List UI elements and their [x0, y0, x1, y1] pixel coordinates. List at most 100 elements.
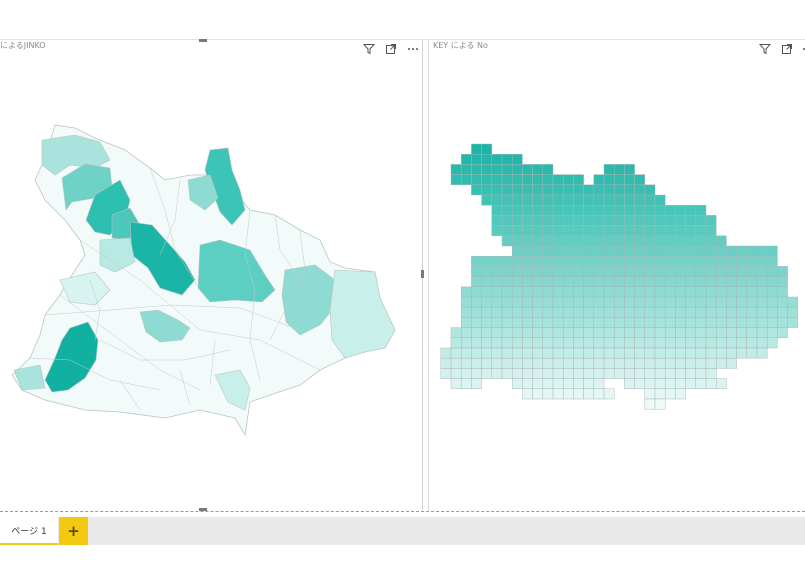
grid-tile — [664, 347, 676, 359]
grid-tile — [471, 174, 482, 186]
grid-tile — [654, 368, 666, 379]
grid-tile — [593, 184, 605, 196]
grid-tile — [593, 215, 605, 226]
grid-tile — [471, 378, 482, 390]
grid-tile — [501, 347, 513, 359]
grid-tile — [624, 164, 635, 175]
add-page-button[interactable]: + — [59, 517, 88, 545]
grid-tile — [715, 327, 727, 339]
grid-tile — [532, 347, 544, 359]
grid-tile — [522, 235, 533, 247]
grid-tile — [450, 327, 462, 339]
grid-tile — [491, 347, 503, 359]
grid-tile — [746, 317, 758, 328]
grid-tile — [460, 174, 472, 186]
grid-tile — [542, 368, 554, 379]
grid-tile — [471, 306, 482, 318]
grid-tile — [756, 296, 768, 308]
grid-tile — [481, 266, 493, 277]
grid-tile — [664, 357, 676, 369]
grid-tile — [613, 235, 625, 247]
grid-tile — [522, 296, 533, 308]
grid-tile — [491, 286, 503, 298]
grid-tile — [460, 153, 472, 165]
grid-tile — [654, 215, 666, 226]
grid-tile — [644, 215, 656, 226]
grid-tile — [583, 378, 595, 390]
grid-tile — [573, 317, 584, 328]
grid-tile — [552, 215, 564, 226]
tile-map-visual[interactable]: KEY による No — [428, 40, 805, 510]
grid-tile — [685, 347, 697, 359]
grid-tile — [675, 388, 686, 400]
grid-tile — [522, 215, 533, 226]
grid-tile — [593, 194, 605, 206]
grid-tile — [552, 347, 564, 359]
grid-tile — [705, 327, 717, 339]
grid-tile — [491, 215, 503, 226]
grid-tile — [460, 378, 472, 390]
grid-tile — [695, 337, 707, 349]
grid-tile — [481, 255, 493, 267]
grid-tile — [603, 204, 615, 216]
grid-tile — [624, 235, 635, 247]
grid-tile — [746, 276, 758, 288]
grid-tile — [634, 255, 646, 267]
grid-tile — [695, 327, 707, 339]
grid-tile — [471, 296, 482, 308]
grid-tile — [644, 204, 656, 216]
grid-tile — [573, 276, 584, 288]
grid-tile — [624, 215, 635, 226]
grid-tile — [593, 296, 605, 308]
grid-tile — [593, 306, 605, 318]
grid-tile — [511, 164, 523, 175]
grid-tile — [481, 368, 493, 379]
grid-tile — [746, 306, 758, 318]
resize-handle-top[interactable] — [199, 39, 207, 42]
grid-tile — [685, 357, 697, 369]
grid-tile — [634, 245, 646, 257]
grid-tile — [562, 204, 574, 216]
grid-tile — [787, 306, 799, 318]
grid-tile — [664, 296, 676, 308]
grid-tile — [675, 225, 686, 237]
grid-tile — [705, 347, 717, 359]
grid-tile — [511, 368, 523, 379]
grid-tile — [685, 286, 697, 298]
grid-tile — [685, 255, 697, 267]
grid-tile — [624, 368, 635, 379]
grid-tile — [624, 184, 635, 196]
grid-tile — [644, 255, 656, 267]
grid-tile — [756, 317, 768, 328]
grid-tile — [562, 337, 574, 349]
grid-tile — [511, 204, 523, 216]
grid-tile — [675, 215, 686, 226]
grid-tile — [491, 153, 503, 165]
grid-tile — [766, 276, 778, 288]
filled-map-visual[interactable]: によるJINKO — [0, 39, 424, 511]
grid-tile — [654, 286, 666, 298]
grid-tile — [532, 266, 544, 277]
grid-tile — [756, 337, 768, 349]
grid-tile — [501, 225, 513, 237]
page-tab-1[interactable]: ページ 1 — [0, 517, 58, 545]
grid-tile — [736, 306, 748, 318]
grid-tile — [756, 327, 768, 339]
grid-tile — [644, 194, 656, 206]
grid-tile — [481, 306, 493, 318]
grid-tile — [644, 388, 656, 400]
grid-tile — [644, 245, 656, 257]
resize-handle-right[interactable] — [421, 270, 424, 278]
grid-tile — [501, 235, 513, 247]
grid-tile — [746, 327, 758, 339]
grid-tile — [481, 164, 493, 175]
grid-tile — [522, 266, 533, 277]
grid-tile — [664, 235, 676, 247]
grid-tile — [542, 255, 554, 267]
grid-tile — [562, 296, 574, 308]
grid-tile — [654, 388, 666, 400]
grid-tile — [726, 347, 737, 359]
grid-tile — [542, 286, 554, 298]
grid-tile — [573, 225, 584, 237]
grid-tile — [715, 245, 727, 257]
